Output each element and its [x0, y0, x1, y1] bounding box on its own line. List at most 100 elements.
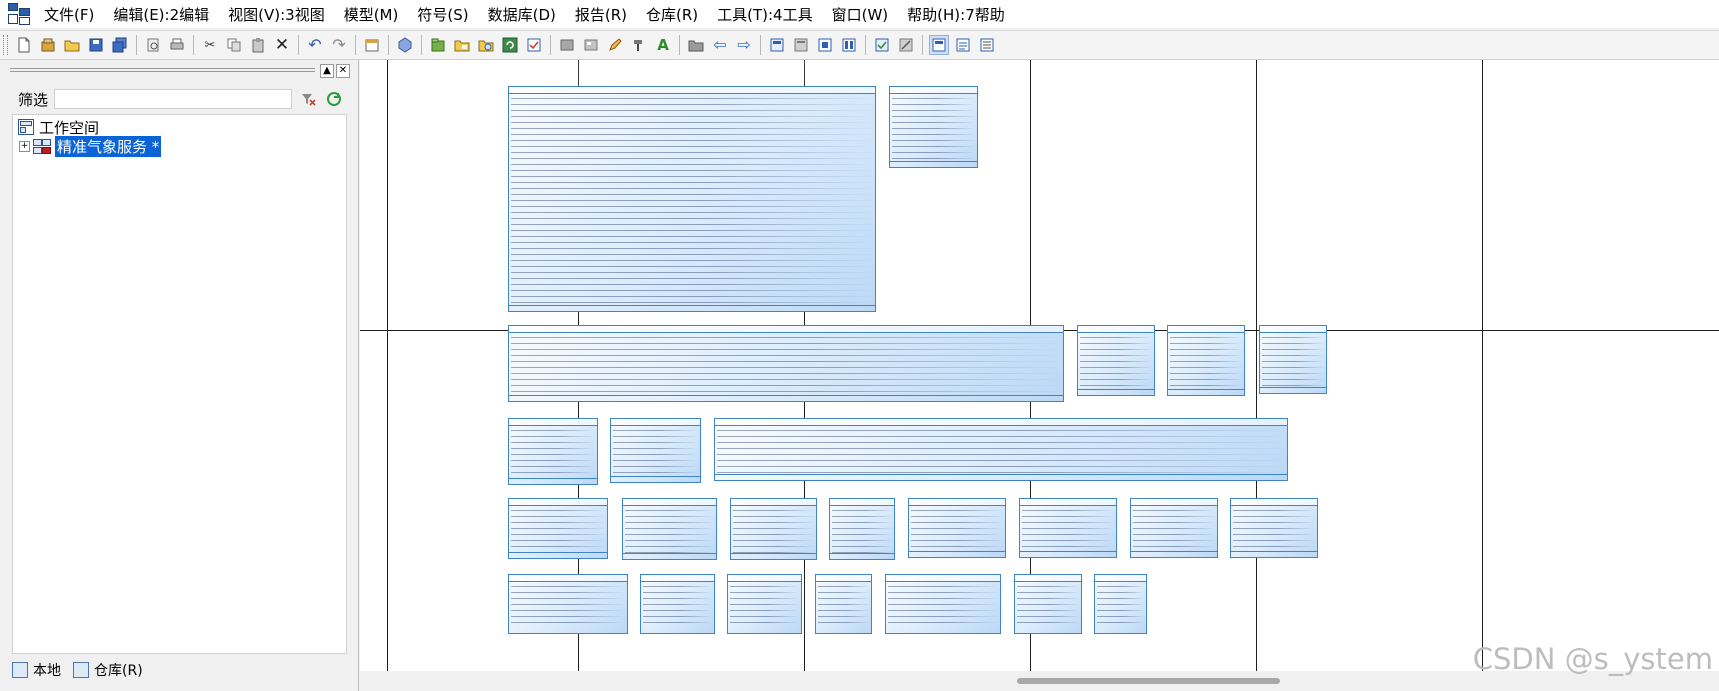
print-preview-icon[interactable] [143, 35, 163, 55]
layout-b-icon[interactable] [791, 35, 811, 55]
paste-icon[interactable] [248, 35, 268, 55]
entity-table[interactable] [730, 498, 817, 560]
entity-table[interactable] [508, 418, 598, 485]
entity-table[interactable] [714, 418, 1288, 481]
entity-table[interactable] [1167, 325, 1245, 396]
entity-table[interactable] [508, 325, 1064, 402]
open-folder-icon[interactable] [62, 35, 82, 55]
menu-repository[interactable]: 仓库(R) [646, 4, 698, 25]
entity-table[interactable] [508, 86, 876, 312]
diagram-canvas[interactable] [360, 60, 1719, 671]
search-folder-icon[interactable] [476, 35, 496, 55]
relation-line[interactable] [804, 60, 805, 86]
entity-table[interactable] [508, 498, 608, 559]
new-package-icon[interactable] [428, 35, 448, 55]
new-file-icon[interactable] [14, 35, 34, 55]
entity-table[interactable] [1014, 574, 1082, 634]
layout-d-icon[interactable] [839, 35, 859, 55]
menu-view[interactable]: 视图(V):3视图 [228, 4, 325, 25]
menu-symbol[interactable]: 符号(S) [417, 4, 468, 25]
entity-table[interactable] [727, 574, 802, 634]
toolbar-grip[interactable] [3, 35, 8, 55]
delete-icon[interactable]: ✕ [272, 35, 292, 55]
properties-icon[interactable] [362, 35, 382, 55]
entity-table[interactable] [829, 498, 895, 560]
toolbar: ✂ ✕ ↶ ↷ A ⇦ ⇨ [0, 30, 1719, 60]
arrow-left-icon[interactable]: ⇦ [710, 35, 730, 55]
folder-gray-icon[interactable] [686, 35, 706, 55]
menu-file[interactable]: 文件(F) [44, 4, 94, 25]
entity-table[interactable] [640, 574, 715, 634]
entity-table[interactable] [889, 86, 978, 168]
panel-title-bar[interactable] [10, 68, 315, 72]
entity-table[interactable] [1094, 574, 1147, 634]
result-list-icon[interactable] [977, 35, 997, 55]
menu-report[interactable]: 报告(R) [575, 4, 627, 25]
menu-model[interactable]: 模型(M) [344, 4, 399, 25]
entity-table[interactable] [1230, 498, 1318, 558]
panel-restore-button[interactable]: ▲ [320, 64, 334, 78]
menu-tools[interactable]: 工具(T):4工具 [717, 4, 812, 25]
entity-table[interactable] [908, 498, 1006, 558]
toolbar-separator [136, 35, 137, 55]
browser-panel: ▲ ✕ 筛选 工作空间 + 精准气象服务 * 本地 仓库(R) [0, 60, 359, 691]
check-model-icon[interactable] [524, 35, 544, 55]
print-icon[interactable] [167, 35, 187, 55]
menu-database[interactable]: 数据库(D) [488, 4, 556, 25]
entity-table[interactable] [815, 574, 872, 634]
entity-table[interactable] [1259, 325, 1327, 394]
relation-line[interactable] [578, 60, 579, 86]
new-project-icon[interactable] [38, 35, 58, 55]
filter-input[interactable] [54, 89, 293, 109]
entity-table[interactable] [610, 418, 701, 483]
tree-expander[interactable]: + [19, 140, 30, 152]
menu-help[interactable]: 帮助(H):7帮助 [907, 4, 1005, 25]
tree-node-workspace[interactable]: 工作空间 [17, 117, 99, 137]
model-tree: 工作空间 + 精准气象服务 * [12, 114, 347, 654]
toolbar-separator [298, 35, 299, 55]
layout-c-icon[interactable] [815, 35, 835, 55]
menu-edit[interactable]: 编辑(E):2编辑 [113, 4, 209, 25]
copy-icon[interactable] [224, 35, 244, 55]
gray-box-icon[interactable] [557, 35, 577, 55]
arrow-right-icon[interactable]: ⇨ [734, 35, 754, 55]
folder-tree-icon[interactable] [452, 35, 472, 55]
entity-table[interactable] [1019, 498, 1117, 558]
generate-database-icon[interactable] [872, 35, 892, 55]
tab-local[interactable]: 本地 [12, 660, 61, 680]
toolbar-separator [679, 35, 680, 55]
tab-local-label: 本地 [33, 663, 61, 679]
app-logo-icon [8, 3, 30, 25]
entity-table[interactable] [508, 574, 628, 634]
menu-window[interactable]: 窗口(W) [832, 4, 889, 25]
reverse-engineer-icon[interactable] [896, 35, 916, 55]
browser-view-icon[interactable] [929, 35, 949, 55]
panel-close-button[interactable]: ✕ [336, 64, 350, 78]
filter-row: 筛选 [12, 86, 348, 112]
entity-table[interactable] [1077, 325, 1155, 396]
entity-table[interactable] [885, 574, 1001, 634]
output-view-icon[interactable] [953, 35, 973, 55]
text-color-icon[interactable]: A [653, 35, 673, 55]
layout-a-icon[interactable] [767, 35, 787, 55]
tab-repository[interactable]: 仓库(R) [73, 660, 143, 680]
toolbar-separator [355, 35, 356, 55]
model-check-icon[interactable] [395, 35, 415, 55]
refresh-icon[interactable] [500, 35, 520, 55]
save-icon[interactable] [86, 35, 106, 55]
save-all-icon[interactable] [110, 35, 130, 55]
undo-icon[interactable]: ↶ [305, 35, 325, 55]
format-painter-icon[interactable] [629, 35, 649, 55]
redo-icon[interactable]: ↷ [329, 35, 349, 55]
pencil-icon[interactable] [605, 35, 625, 55]
scrollbar-thumb[interactable] [1017, 678, 1280, 684]
refresh-filter-icon[interactable] [324, 89, 344, 109]
tree-node-model[interactable]: + 精准气象服务 * [19, 135, 162, 157]
entity-table[interactable] [622, 498, 717, 560]
toolbar-separator [193, 35, 194, 55]
entity-table[interactable] [1130, 498, 1218, 558]
cut-icon[interactable]: ✂ [200, 35, 220, 55]
clear-filter-icon[interactable] [298, 89, 318, 109]
gray-panel-icon[interactable] [581, 35, 601, 55]
toolbar-separator [760, 35, 761, 55]
